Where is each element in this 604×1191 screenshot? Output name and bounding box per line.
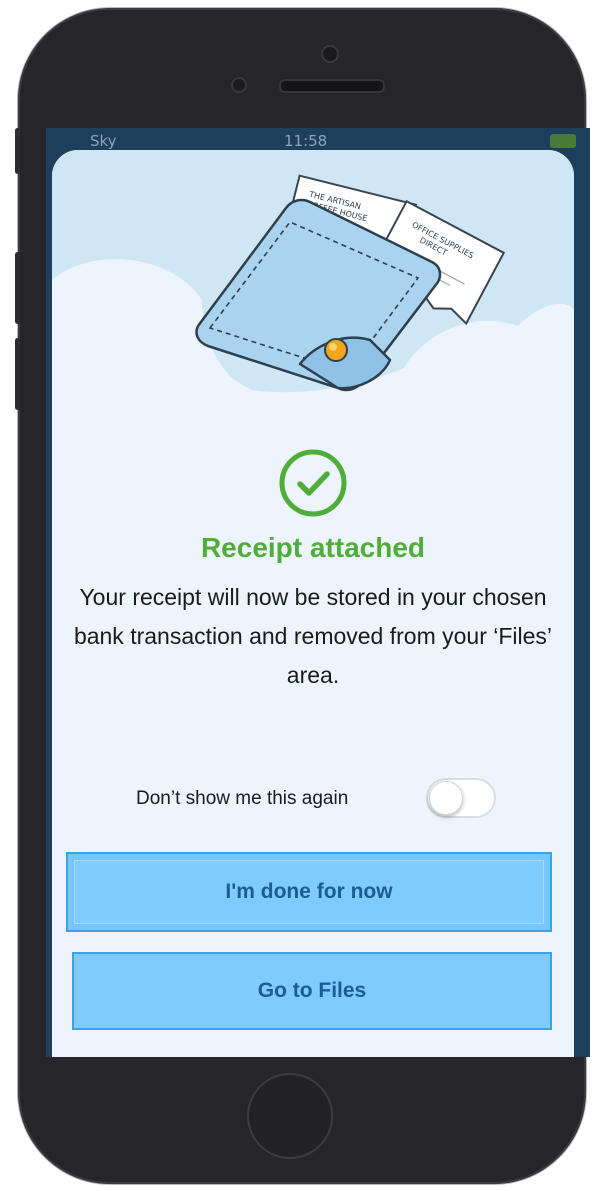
home-button[interactable] <box>247 1073 333 1159</box>
dialog-title: Receipt attached <box>200 532 426 563</box>
phone-screen: Sky 11:58 THE ARTISAN COFFEE HOUSE OFFIC… <box>46 128 590 1057</box>
check-circle-icon <box>278 448 348 518</box>
proximity-sensor <box>231 77 247 93</box>
front-camera <box>321 45 339 63</box>
toggle-knob <box>429 781 463 815</box>
dont-show-again-toggle[interactable] <box>426 778 496 818</box>
done-for-now-button[interactable]: I'm done for now <box>66 852 552 932</box>
battery-icon <box>550 134 576 148</box>
dont-show-again-label: Don’t show me this again <box>136 788 349 809</box>
volume-down-button <box>15 338 20 410</box>
dialog-message: Your receipt will now be stored in your … <box>73 584 553 688</box>
earpiece-speaker <box>279 79 385 93</box>
receipt-attached-sheet: THE ARTISAN COFFEE HOUSE OFFICE SUPPLIES… <box>52 150 574 1057</box>
mute-switch <box>15 128 20 174</box>
volume-up-button <box>15 252 20 324</box>
wallet-with-receipts-illustration: THE ARTISAN COFFEE HOUSE OFFICE SUPPLIES… <box>52 150 574 410</box>
go-to-files-button[interactable]: Go to Files <box>72 952 552 1030</box>
